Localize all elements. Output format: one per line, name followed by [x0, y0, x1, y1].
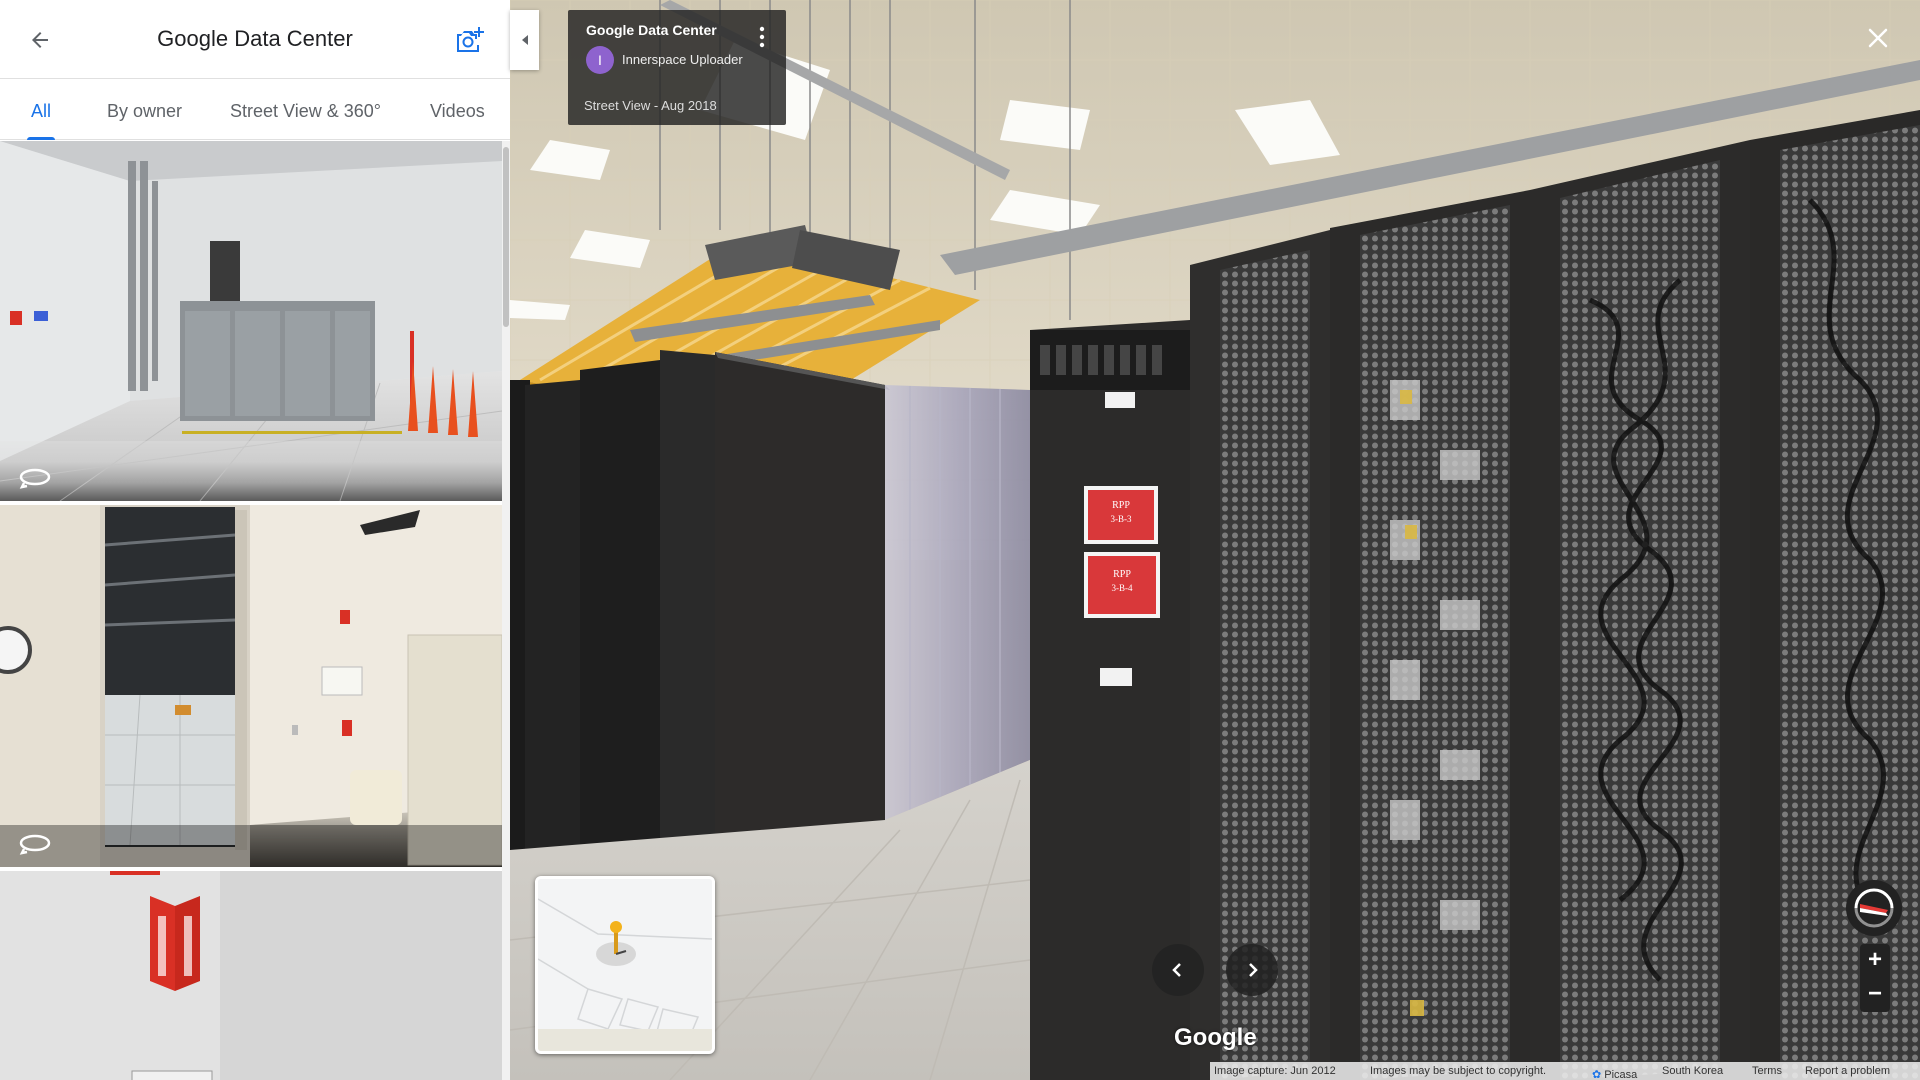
- copyright-notice: Images may be subject to copyright.: [1370, 1065, 1547, 1077]
- tab-videos-label: Videos: [430, 101, 485, 121]
- info-card-title: Google Data Center: [586, 22, 717, 38]
- next-photo-button[interactable]: [1226, 944, 1278, 996]
- google-logo: Google: [1174, 1024, 1257, 1051]
- zoom-in-button[interactable]: +: [1860, 944, 1890, 978]
- avatar[interactable]: I: [586, 46, 614, 74]
- previous-photo-button[interactable]: [1152, 944, 1204, 996]
- panel-title: Google Data Center: [157, 26, 353, 51]
- street-view-panorama[interactable]: RPP 3-B-3 RPP 3-B-4: [510, 0, 1920, 1080]
- panel-header: Google Data Center: [0, 0, 510, 79]
- image-capture-date: Image capture: Jun 2012: [1214, 1065, 1336, 1077]
- 360-icon: [19, 834, 51, 855]
- source-name: Picasa: [1604, 1069, 1638, 1080]
- minimap[interactable]: [535, 876, 715, 1054]
- close-icon: [1868, 28, 1888, 48]
- report-problem-link[interactable]: Report a problem: [1805, 1065, 1890, 1077]
- region-link[interactable]: South Korea: [1662, 1065, 1723, 1077]
- tab-street-view-label: Street View & 360°: [230, 101, 381, 121]
- chevron-right-icon: [1249, 963, 1258, 977]
- attribution-footer: Image capture: Jun 2012 Images may be su…: [1210, 1062, 1920, 1080]
- photo-tabs: All By owner Street View & 360° Videos: [0, 80, 510, 140]
- photo-thumbnail[interactable]: [0, 871, 502, 1080]
- tab-street-view-360[interactable]: Street View & 360°: [230, 80, 381, 140]
- photo-image: [0, 141, 502, 501]
- tab-videos[interactable]: Videos: [430, 80, 485, 140]
- tab-by-owner[interactable]: By owner: [107, 80, 182, 140]
- add-photo-button[interactable]: [448, 20, 490, 60]
- scrollbar[interactable]: [502, 141, 510, 1080]
- arrow-back-icon: [32, 32, 48, 48]
- 360-icon: [19, 468, 51, 489]
- collapse-left-icon: [521, 35, 528, 45]
- zoom-out-button[interactable]: −: [1860, 978, 1890, 1012]
- terms-link[interactable]: Terms: [1752, 1065, 1782, 1077]
- rpp-label-text: RPP: [1112, 500, 1130, 511]
- tab-all[interactable]: All: [27, 80, 56, 140]
- photo-thumbnail[interactable]: [0, 141, 502, 501]
- rpp-label-text: RPP: [1113, 569, 1131, 580]
- rpp-label-text: 3-B-3: [1111, 514, 1132, 524]
- more-vert-icon[interactable]: [752, 24, 772, 50]
- back-button[interactable]: [20, 20, 60, 60]
- uploader-name[interactable]: Innerspace Uploader: [622, 52, 743, 67]
- chevron-left-icon: [1172, 963, 1181, 977]
- compass-button[interactable]: [1846, 880, 1902, 936]
- scrollbar-thumb[interactable]: [503, 147, 509, 327]
- panorama-image: RPP 3-B-3 RPP 3-B-4: [510, 0, 1920, 1080]
- collapse-panel-button[interactable]: [510, 10, 539, 70]
- location-info-card: Google Data Center I Innerspace Uploader…: [568, 10, 786, 125]
- tab-all-label: All: [31, 101, 52, 121]
- tab-by-owner-label: By owner: [107, 101, 183, 121]
- photo-list: [0, 141, 510, 1080]
- zoom-control: + −: [1860, 944, 1890, 1012]
- close-button[interactable]: [1862, 22, 1894, 54]
- picasa-icon: ✿: [1592, 1069, 1602, 1080]
- photo-image: [0, 871, 502, 1080]
- compass-icon: [1854, 888, 1894, 928]
- photos-panel: Google Data Center All By owner Street V…: [0, 0, 510, 1080]
- source-link[interactable]: ✿ Picasa: [1592, 1065, 1638, 1080]
- photo-image: [0, 505, 502, 867]
- active-tab-indicator: [27, 137, 56, 140]
- minimap-image: [538, 879, 712, 1051]
- rpp-label-text: 3-B-4: [1112, 583, 1133, 593]
- capture-date: Street View - Aug 2018: [584, 98, 717, 113]
- add-photo-icon: [457, 27, 484, 52]
- photo-thumbnail[interactable]: [0, 505, 502, 867]
